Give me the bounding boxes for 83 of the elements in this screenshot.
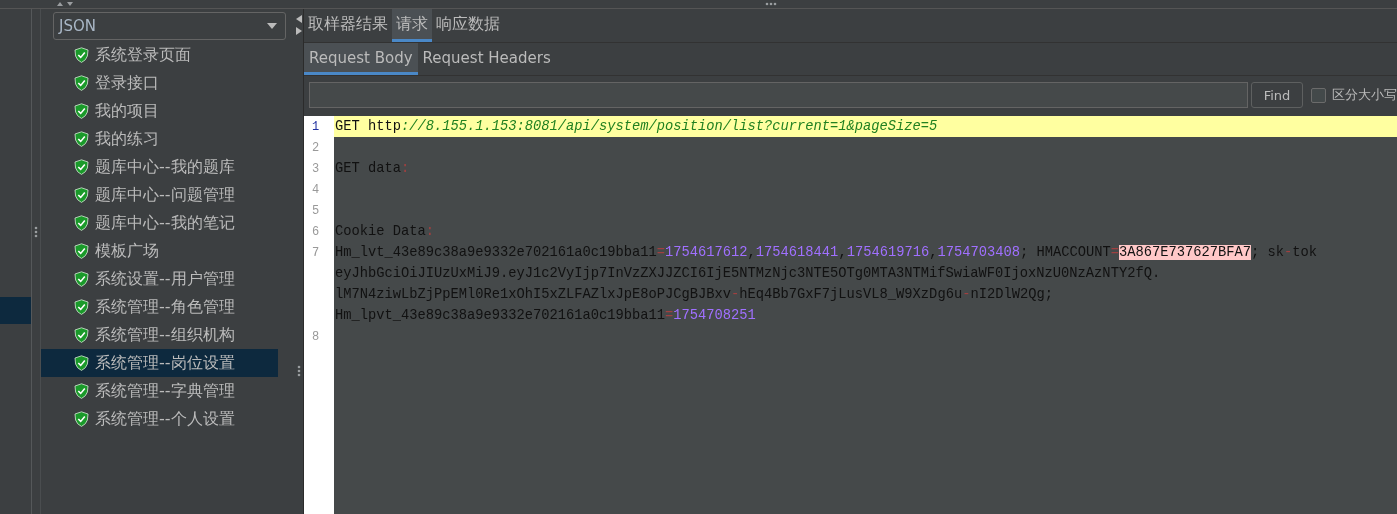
shield-check-icon [74,187,89,203]
tree-item[interactable]: 系统管理--岗位设置 [41,349,278,377]
line-number: 7 [312,245,320,260]
shield-check-icon [74,327,89,343]
search-field[interactable] [309,82,1248,108]
collapse-arrows-icon[interactable] [56,1,74,7]
shield-check-icon [74,159,89,175]
shield-check-icon [74,383,89,399]
expand-right-icon[interactable] [295,27,302,35]
tree-item[interactable]: 我的项目 [41,97,278,125]
tab[interactable]: Request Headers [417,43,556,75]
code-operator: = [656,245,666,260]
dropdown-caret-icon [267,23,277,29]
line-number: 6 [312,224,320,239]
shield-check-icon [74,243,89,259]
shield-check-icon [74,215,89,231]
tree-item[interactable]: 系统管理--组织机构 [41,321,278,349]
tree-item[interactable]: 系统管理--字典管理 [41,377,278,405]
shield-check-icon [74,271,89,287]
tab[interactable]: 请求 [392,9,432,42]
tree-item[interactable]: 系统登录页面 [41,41,278,69]
code-operator: = [665,308,674,323]
code-number: 1754703408 [937,245,1020,260]
shield-check-icon [74,75,89,91]
row-highlight [0,297,31,324]
tree-item[interactable]: 模板广场 [41,237,278,265]
drag-handle-icon[interactable] [296,365,301,377]
code-operator: - [962,287,971,302]
code-text: tok [1292,245,1318,260]
tree-item[interactable]: 题库中心--我的题库 [41,153,278,181]
tree-item[interactable]: 我的练习 [41,125,278,153]
checkbox[interactable] [1311,87,1326,103]
line-number: 8 [312,329,320,344]
checkbox-label[interactable]: 区分大小写 [1332,86,1397,104]
line-number: 4 [312,182,320,197]
code-number: 1754619716 [846,245,930,260]
code-operator: : [425,224,435,239]
code-operator: - [1284,245,1293,260]
code-text: eyJhbGciOiJIUzUxMiJ9.eyJ1c2VyIjp7InVzZXJJZCI6IjE5NTMzNjc3NTE5OTg0MTA3NTMifSwiaWF0IjoxNzU0NzAzNTY2fQ. [335,266,1161,281]
tab[interactable]: 取样器结果 [304,9,392,42]
code-text: ; sk [1251,245,1284,260]
code-text: GET http [335,119,401,134]
collapse-left-icon[interactable] [295,15,302,23]
code-text: hEq4Bb7GxF7jLusVL8_W9XzDg6u [739,287,963,302]
code-operator: : [401,161,410,176]
code-text: , [929,245,938,260]
code-text: Hm_lpvt_43e89c38a9e9332e702161a0c19bba11 [335,308,666,323]
shield-check-icon [74,355,89,371]
code-text: lM7N4ziwLbZjPpEMl0Re1xOhI5xZLFAZlxJpE8oPJCgBJBxv [335,287,732,302]
line-number: 2 [312,140,320,155]
shield-check-icon [74,299,89,315]
line-number: 1 [312,119,320,134]
shield-check-icon [74,131,89,147]
tree-item[interactable]: 登录接口 [41,69,278,97]
tree-item[interactable]: 题库中心--问题管理 [41,181,278,209]
code-url: ://8.155.1.153:8081/api/system/position/list?current=1&pageSize=5 [401,119,938,134]
code-text: Cookie Data [335,224,426,239]
tree-item[interactable]: 题库中心--我的笔记 [41,209,278,237]
tab[interactable]: Request Body [304,43,418,75]
code-number: 1754708251 [673,308,756,323]
shield-check-icon [74,411,89,427]
tree-item[interactable]: 系统管理--角色管理 [41,293,278,321]
code-text: nI2DlW2Qg; [970,287,1053,302]
code-operator: - [731,287,740,302]
code-text: Hm_lvt_43e89c38a9e9332e702161a0c19bba11 [335,245,657,260]
line-number: 5 [312,203,320,218]
code-text: , [747,245,756,260]
code-operator: = [1110,245,1119,260]
shield-check-icon [74,103,89,119]
code-number: 1754618441 [755,245,839,260]
tree-item[interactable]: 系统管理--个人设置 [41,405,278,433]
code-text: ; HMACCOUNT [1019,245,1111,260]
drag-handle-icon[interactable] [765,2,777,6]
code-text: GET data [335,161,401,176]
drag-handle-icon[interactable] [34,225,38,238]
find-button[interactable]: Find [1251,82,1303,108]
shield-check-icon [74,47,89,63]
filter-dropdown[interactable]: JSON [53,12,286,40]
tree-item[interactable]: 系统设置--用户管理 [41,265,278,293]
line-number: 3 [312,161,320,176]
tab[interactable]: 响应数据 [432,9,504,42]
code-number: 1754617612 [665,245,748,260]
code-text: , [838,245,847,260]
